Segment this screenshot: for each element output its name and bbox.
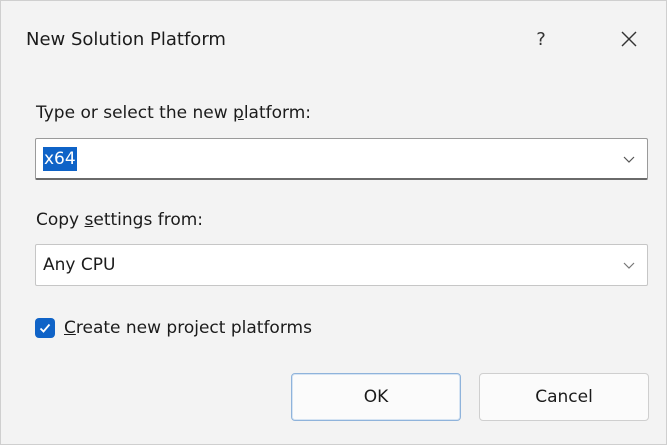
platform-label: Type or select the new platform: <box>36 103 311 123</box>
create-platforms-label[interactable]: Create new project platforms <box>64 318 312 338</box>
close-button[interactable] <box>611 21 647 57</box>
close-icon <box>621 31 637 47</box>
copy-settings-value: Any CPU <box>43 255 116 275</box>
chevron-down-icon[interactable] <box>621 257 637 273</box>
copy-settings-dropdown[interactable]: Any CPU <box>35 244 648 286</box>
create-platforms-checkbox-row[interactable]: Create new project platforms <box>35 314 312 342</box>
chevron-down-icon[interactable] <box>621 151 637 167</box>
copy-settings-value-area: Any CPU <box>43 245 115 285</box>
help-icon: ? <box>536 28 546 50</box>
cancel-button[interactable]: Cancel <box>479 373 649 421</box>
help-button[interactable]: ? <box>523 21 559 57</box>
title-bar: New Solution Platform ? <box>1 1 666 81</box>
ok-button[interactable]: OK <box>291 373 461 421</box>
dialog-title: New Solution Platform <box>26 29 226 50</box>
new-solution-platform-dialog: New Solution Platform ? Type or select t… <box>0 0 667 445</box>
platform-input[interactable]: x64 <box>43 147 77 171</box>
create-platforms-checkbox[interactable] <box>35 318 55 338</box>
platform-input-area[interactable]: x64 <box>43 139 77 179</box>
copy-settings-label: Copy settings from: <box>36 210 204 230</box>
checkmark-icon <box>39 323 51 333</box>
platform-combobox[interactable]: x64 <box>35 138 648 180</box>
